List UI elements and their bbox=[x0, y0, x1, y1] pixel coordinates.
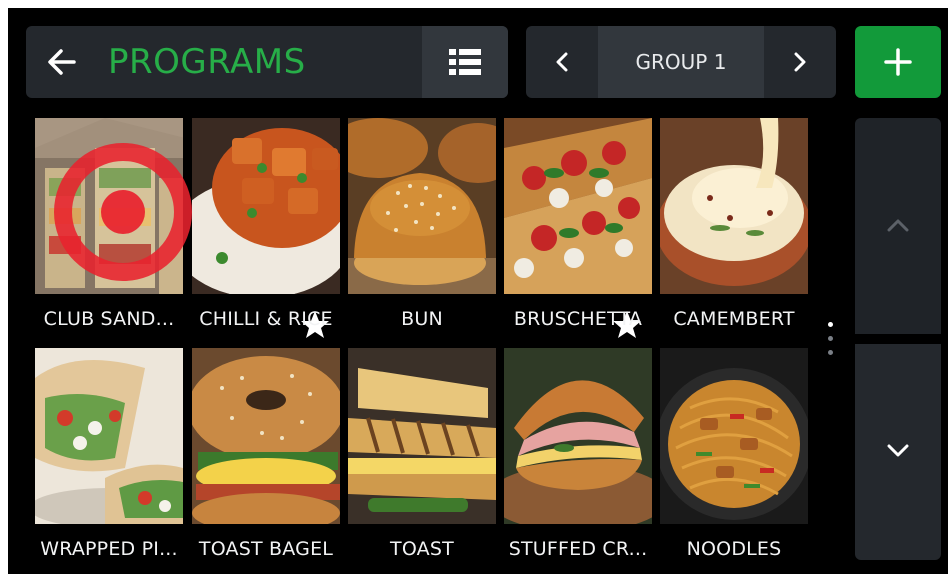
program-thumbnail bbox=[192, 118, 340, 294]
program-tile-bruschetta[interactable]: BRUSCHETTA bbox=[504, 118, 652, 348]
chevron-left-icon bbox=[556, 52, 568, 72]
program-thumbnail bbox=[504, 348, 652, 524]
page-dot bbox=[828, 336, 833, 341]
program-label: BUN bbox=[401, 308, 443, 330]
program-label: TOAST BAGEL bbox=[198, 538, 334, 560]
program-tile-camembert[interactable]: CAMEMBERT bbox=[660, 118, 808, 348]
program-thumbnail bbox=[35, 348, 183, 524]
page-dot bbox=[828, 350, 833, 355]
chevron-right-icon bbox=[794, 52, 806, 72]
program-thumbnail bbox=[660, 118, 808, 294]
program-tile-noodles[interactable]: NOODLES bbox=[660, 348, 808, 578]
program-label: NOODLES bbox=[686, 538, 782, 560]
next-group-button[interactable] bbox=[764, 26, 836, 98]
add-program-button[interactable] bbox=[855, 26, 941, 98]
program-thumbnail bbox=[504, 118, 652, 294]
target-marker-icon bbox=[54, 143, 192, 281]
program-thumbnail bbox=[348, 118, 496, 294]
program-thumbnail bbox=[192, 348, 340, 524]
back-button[interactable] bbox=[44, 44, 80, 80]
page-title: PROGRAMS bbox=[108, 42, 306, 82]
scroll-up-button[interactable] bbox=[855, 118, 941, 334]
program-label: WRAPPED PI... bbox=[40, 538, 178, 560]
title-bar: PROGRAMS bbox=[26, 26, 508, 98]
page-indicator bbox=[828, 320, 834, 360]
program-label: TOAST bbox=[390, 538, 454, 560]
arrow-left-icon bbox=[48, 49, 76, 75]
scroll-down-button[interactable] bbox=[855, 344, 941, 560]
program-label: CHILLI & RICE bbox=[199, 308, 333, 330]
program-label: STUFFED CR... bbox=[508, 538, 648, 560]
program-tile-chilli-rice[interactable]: CHILLI & RICE bbox=[192, 118, 340, 348]
program-label: BRUSCHETTA bbox=[513, 308, 643, 330]
program-thumbnail bbox=[348, 348, 496, 524]
group-label: GROUP 1 bbox=[598, 26, 764, 98]
chevron-up-icon bbox=[887, 219, 909, 232]
chevron-down-icon bbox=[887, 444, 909, 457]
program-thumbnail bbox=[660, 348, 808, 524]
list-view-button[interactable] bbox=[422, 26, 508, 98]
group-selector: GROUP 1 bbox=[526, 26, 836, 98]
program-tile-club-sandwich[interactable]: CLUB SAND... bbox=[35, 118, 192, 348]
program-label: CAMEMBERT bbox=[673, 308, 795, 330]
page-dot-active bbox=[828, 322, 833, 327]
program-tile-toast-bagel[interactable]: TOAST BAGEL bbox=[192, 348, 340, 578]
plus-icon bbox=[884, 48, 912, 76]
program-tile-stuffed-croissant[interactable]: STUFFED CR... bbox=[504, 348, 652, 578]
program-tile-toast[interactable]: TOAST bbox=[348, 348, 496, 578]
previous-group-button[interactable] bbox=[526, 26, 598, 98]
program-tile-bun[interactable]: BUN bbox=[348, 118, 496, 348]
program-tile-wrapped-pita[interactable]: WRAPPED PI... bbox=[35, 348, 183, 578]
program-label: CLUB SAND... bbox=[43, 308, 175, 330]
list-view-icon bbox=[449, 49, 481, 75]
